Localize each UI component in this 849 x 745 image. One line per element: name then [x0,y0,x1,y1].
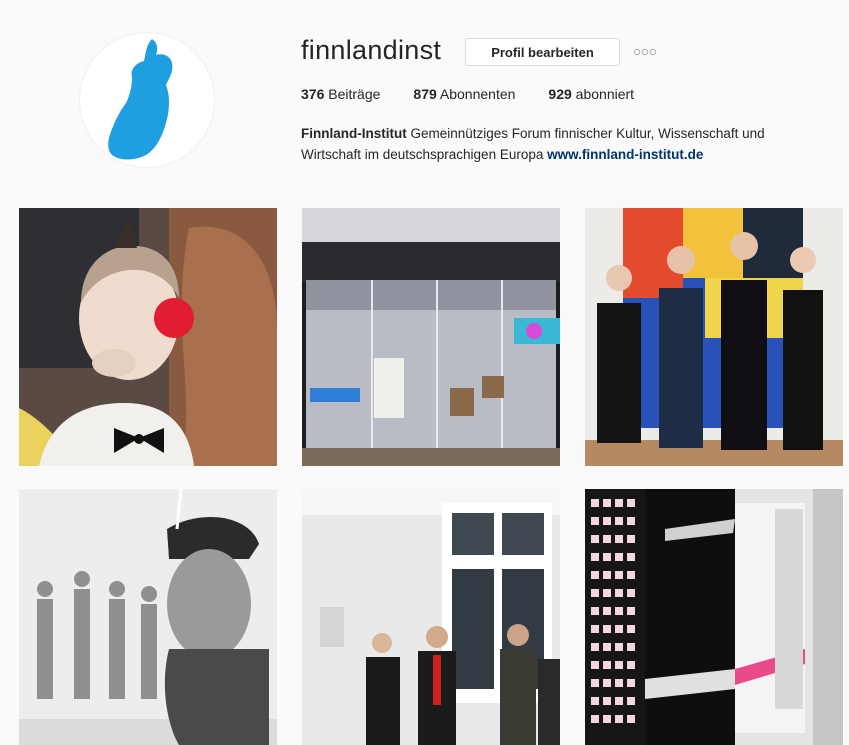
following-label: abonniert [575,86,635,102]
bio-name: Finnland-Institut [301,126,407,141]
ellipsis-icon[interactable] [632,42,658,62]
followers-label: Abonnenten [439,86,516,102]
post-tile-gallery-opening[interactable] [302,489,560,745]
post-tile-drawing[interactable] [19,489,277,745]
finland-map-logo-icon [108,39,173,160]
followers-count: 879 [413,86,437,102]
following-stat[interactable]: 929 abonniert [548,86,634,106]
post-tile-installation[interactable] [302,208,560,466]
posts-stat: 376 Beiträge [301,86,380,106]
profile-avatar[interactable] [80,33,214,167]
profile-stats: 376 Beiträge 879 Abonnenten 929 abonnier… [301,86,667,106]
posts-count: 376 [301,86,325,102]
post-tile-group-photo[interactable] [585,208,843,466]
following-count: 929 [548,86,572,102]
posts-label: Beiträge [328,86,381,102]
profile-header: finnlandinst Profil bearbeiten 376 Beitr… [0,0,849,200]
post-tile-clown-portrait[interactable] [19,208,277,466]
bio-website-link[interactable]: www.finnland-institut.de [547,147,703,162]
followers-stat[interactable]: 879 Abonnenten [413,86,515,106]
profile-bio: Finnland-Institut Gemeinnütziges Forum f… [301,123,821,165]
post-tile-abstract-painting[interactable] [585,489,843,745]
profile-username: finnlandinst [301,35,442,65]
edit-profile-button[interactable]: Profil bearbeiten [465,38,620,66]
